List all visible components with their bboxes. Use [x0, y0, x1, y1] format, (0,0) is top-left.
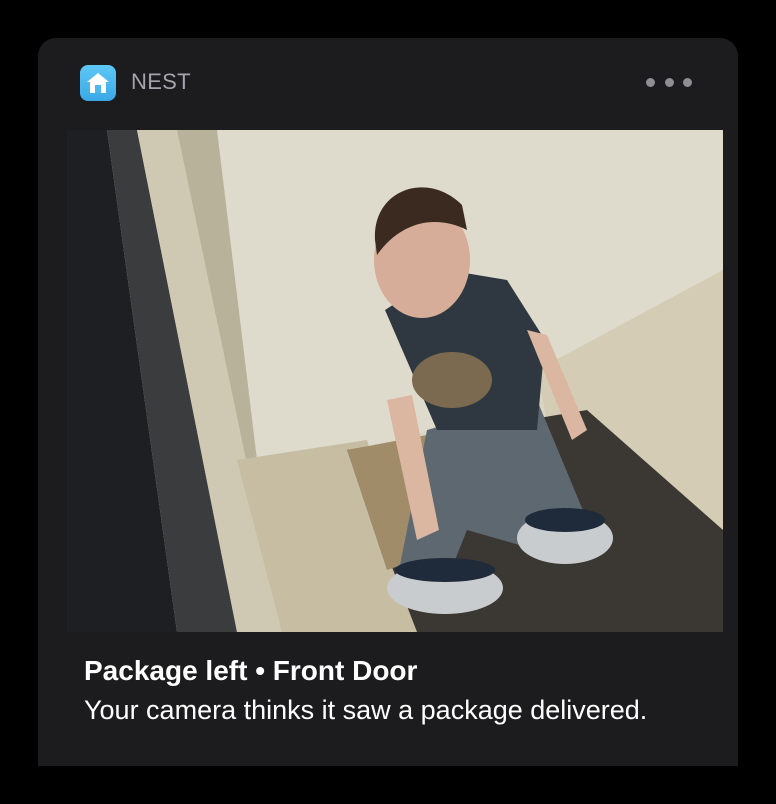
- ellipsis-icon-dot: [664, 77, 674, 87]
- notification-body: Your camera thinks it saw a package deli…: [84, 695, 648, 725]
- ellipsis-icon-dot: [646, 77, 655, 87]
- notification-card[interactable]: NEST Package left • Front Door Your came…: [38, 38, 738, 766]
- camera-snapshot[interactable]: [67, 130, 723, 632]
- more-options-button[interactable]: [646, 71, 692, 93]
- notification-title: Package left • Front Door: [84, 655, 418, 686]
- ellipsis-icon-dot: [683, 77, 692, 87]
- app-name: NEST: [131, 69, 191, 94]
- home-icon: [80, 65, 116, 101]
- notification-header: NEST: [38, 38, 738, 128]
